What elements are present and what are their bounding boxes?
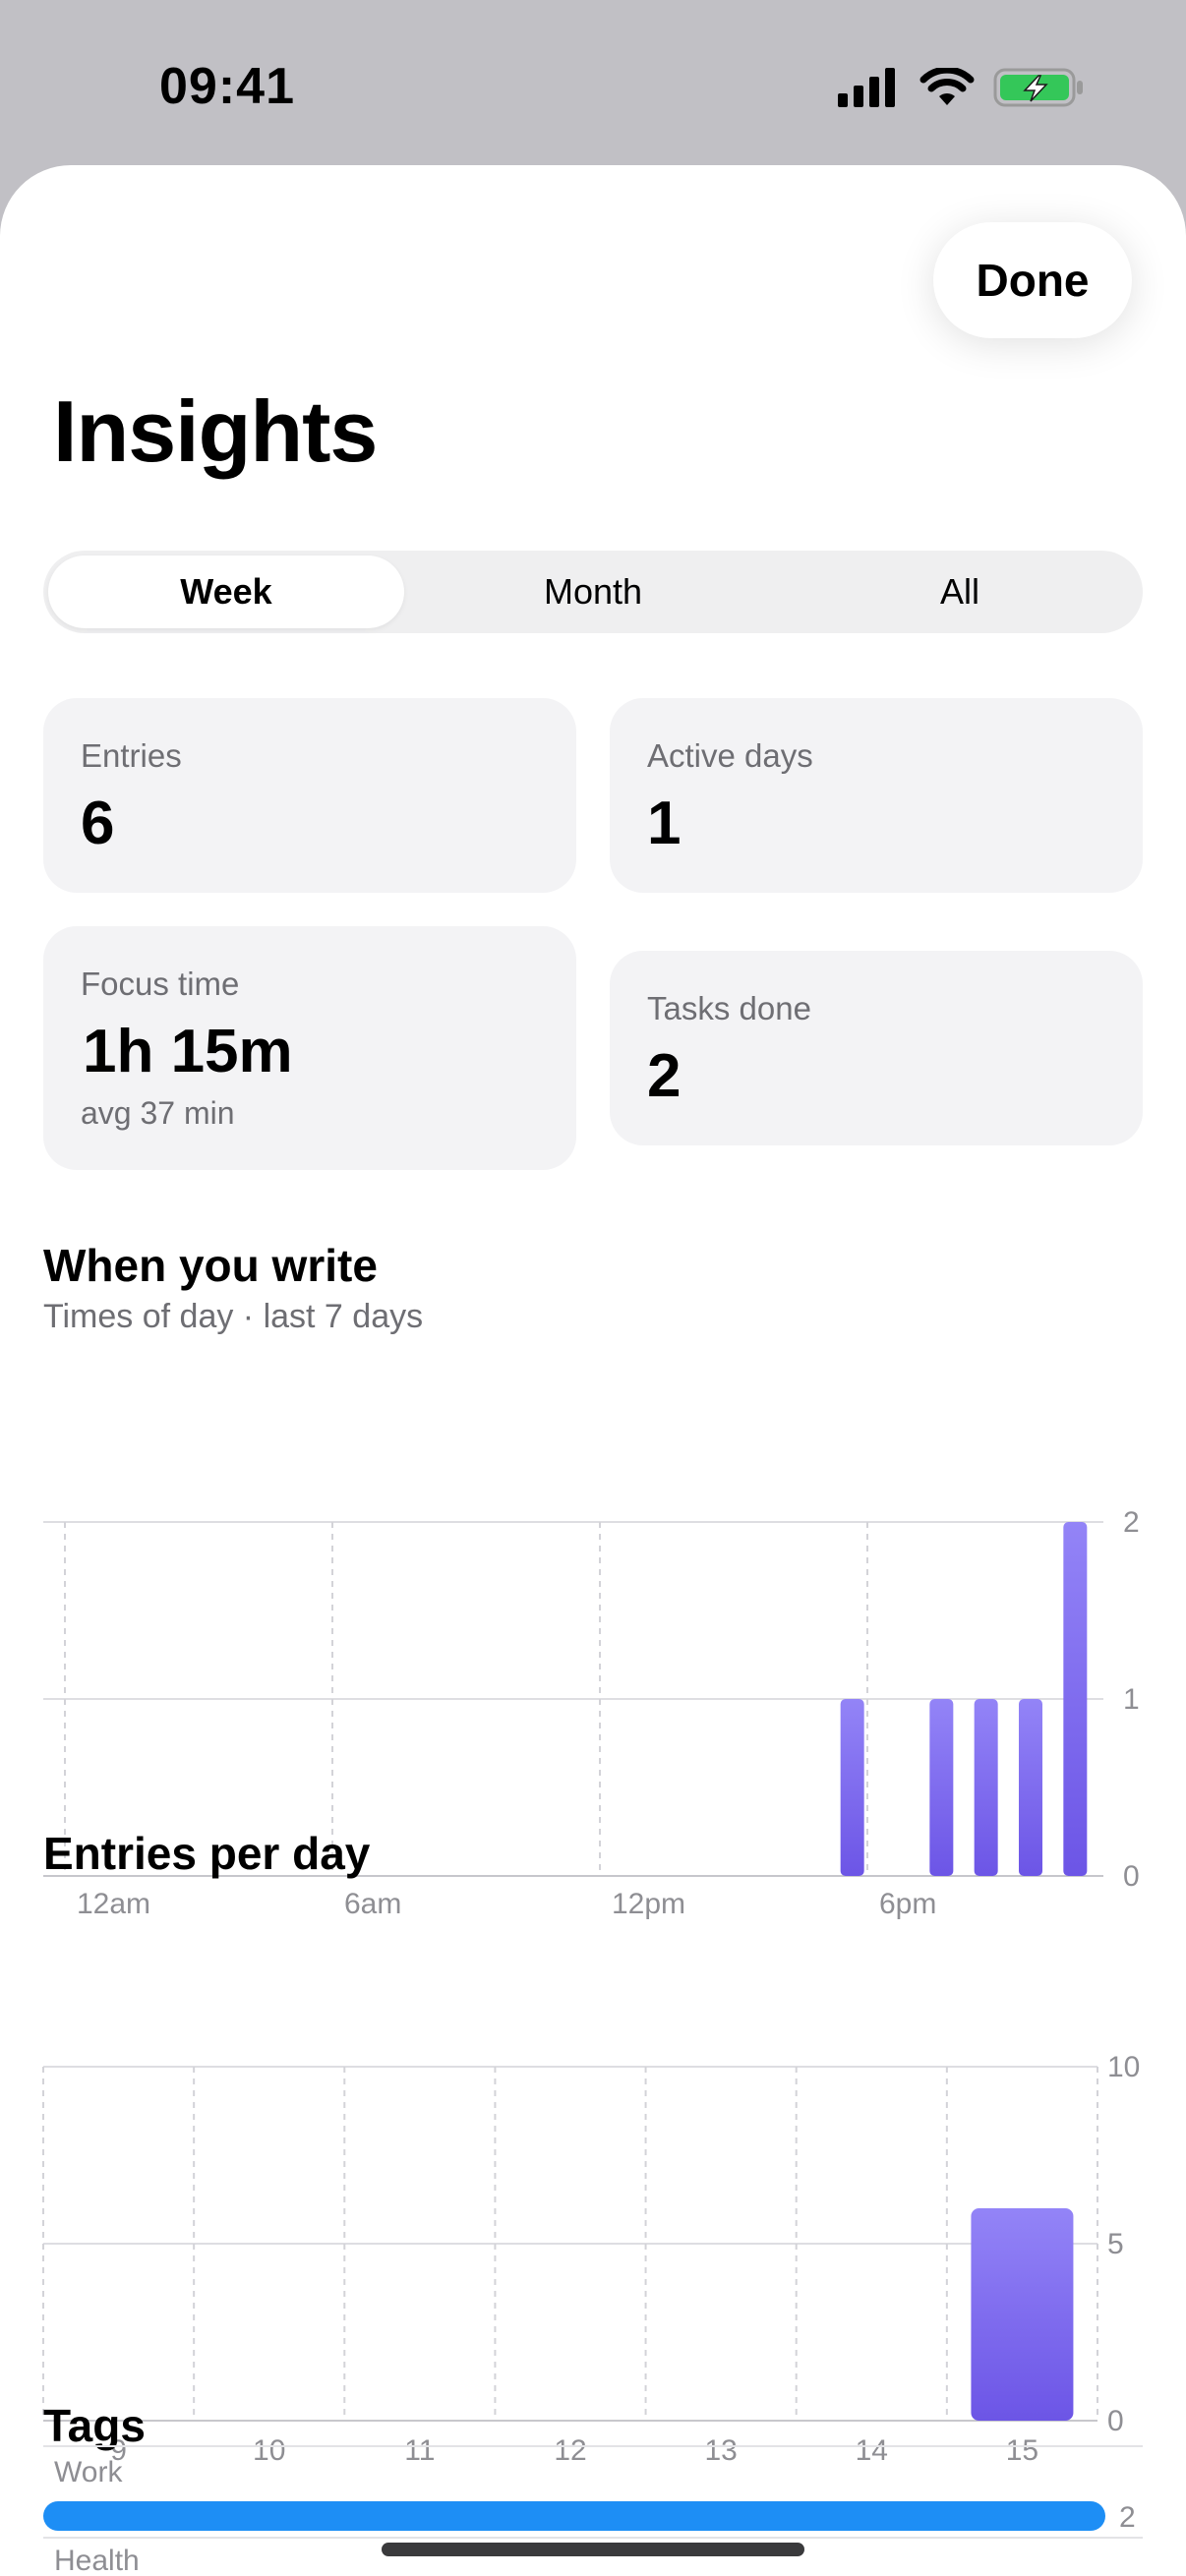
status-bar: 09:41 bbox=[0, 0, 1186, 167]
x-tick-label-11: 11 bbox=[404, 2434, 435, 2467]
x-tick-label-14: 14 bbox=[856, 2434, 888, 2467]
status-time: 09:41 bbox=[159, 58, 295, 115]
x-tick-label-15: 15 bbox=[1006, 2434, 1038, 2467]
focus-time-card: Focus time 1h 15m avg 37 min bbox=[43, 926, 576, 1170]
entries-value: 6 bbox=[81, 790, 115, 857]
segment-month[interactable]: Month bbox=[415, 556, 771, 628]
tags-divider-2 bbox=[43, 2537, 1143, 2539]
done-button[interactable]: Done bbox=[933, 222, 1132, 338]
x-tick-label-10: 10 bbox=[253, 2434, 285, 2467]
tag-work-bar bbox=[43, 2501, 1105, 2531]
active-days-label: Active days bbox=[647, 737, 813, 774]
wifi-icon bbox=[919, 68, 975, 105]
y-tick-label-1: 1 bbox=[1123, 1683, 1140, 1716]
segment-week[interactable]: Week bbox=[48, 556, 404, 628]
y-tick-label-5: 5 bbox=[1107, 2228, 1124, 2260]
entries-per-day-title: Entries per day bbox=[43, 1828, 371, 1879]
tags-title: Tags bbox=[43, 2400, 146, 2451]
time-bar-20 bbox=[974, 1699, 998, 1876]
entries-card: Entries 6 bbox=[43, 698, 576, 893]
signal-icon bbox=[838, 68, 895, 107]
y-tick-label-2: 2 bbox=[1123, 1506, 1140, 1539]
focus-time-average: avg 37 min bbox=[81, 1095, 235, 1131]
y-tick-label-10: 10 bbox=[1107, 2051, 1140, 2083]
tasks-done-value: 2 bbox=[647, 1042, 682, 1110]
x-tick-label-13: 13 bbox=[704, 2434, 737, 2467]
entries-label: Entries bbox=[81, 737, 182, 774]
segment-all[interactable]: All bbox=[782, 556, 1138, 628]
battery-charging-icon bbox=[993, 68, 1083, 107]
time-bar-22 bbox=[1063, 1522, 1088, 1876]
y-tick-label-0: 0 bbox=[1107, 2405, 1124, 2437]
day-bar-15 bbox=[971, 2208, 1074, 2421]
home-indicator bbox=[382, 2543, 804, 2556]
tasks-done-card: Tasks done 2 bbox=[610, 951, 1143, 1145]
focus-time-value: 1h 15m bbox=[83, 1018, 293, 1085]
when-you-write-title: When you write bbox=[43, 1240, 378, 1291]
when-you-write-subtitle: Times of day · last 7 days bbox=[43, 1298, 424, 1335]
tags-divider bbox=[43, 2445, 1143, 2447]
period-segmented-control: Week Month All bbox=[43, 551, 1143, 633]
focus-time-label: Focus time bbox=[81, 966, 240, 1002]
active-days-value: 1 bbox=[647, 790, 682, 857]
time-bar-21 bbox=[1019, 1699, 1042, 1876]
entries-per-day-chart: 05109 10 11 12 13 14 15 bbox=[42, 2051, 1140, 2467]
insights-sheet: Done Insights Week Month All Entries 6 A… bbox=[0, 165, 1186, 2576]
page-title: Insights bbox=[53, 382, 378, 480]
time-bar-19 bbox=[929, 1699, 954, 1876]
tag-work-label: Work bbox=[54, 2456, 123, 2488]
tag-health-label: Health bbox=[54, 2545, 140, 2576]
time-bar-17 bbox=[840, 1699, 864, 1876]
x-tick-label-12: 12 bbox=[554, 2434, 586, 2467]
tasks-done-label: Tasks done bbox=[647, 990, 811, 1026]
tag-work-count: 2 bbox=[1119, 2501, 1136, 2534]
active-days-card: Active days 1 bbox=[610, 698, 1143, 893]
